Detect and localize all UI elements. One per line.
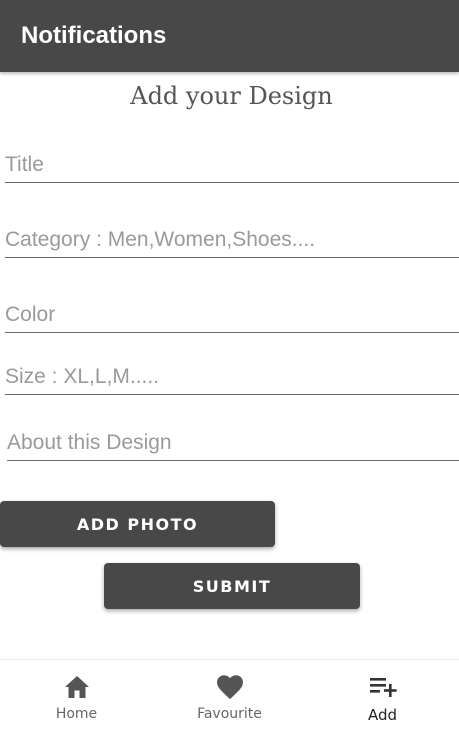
nav-item-label: Home: [55, 706, 98, 722]
title-input[interactable]: [5, 151, 459, 183]
category-input[interactable]: [5, 226, 459, 258]
app-bar-title: Notifications: [21, 22, 167, 49]
add-photo-button[interactable]: ADD PHOTO: [0, 501, 275, 547]
size-input[interactable]: [5, 363, 459, 395]
heart-icon: [216, 674, 244, 700]
home-icon: [63, 674, 91, 700]
nav-item-home[interactable]: Home: [0, 660, 153, 731]
nav-item-favourite[interactable]: Favourite: [153, 660, 306, 731]
bottom-navigation: Home Favourite Add: [0, 659, 459, 731]
submit-button[interactable]: SUBMIT: [104, 563, 360, 609]
app-bar: Notifications: [0, 0, 459, 72]
nav-item-label: Add: [367, 706, 398, 724]
about-design-input[interactable]: [7, 429, 459, 461]
nav-item-label: Favourite: [197, 706, 262, 722]
playlist-add-icon: [369, 674, 397, 700]
nav-item-add[interactable]: Add: [306, 660, 459, 731]
color-input[interactable]: [5, 301, 459, 333]
form-heading: Add your Design: [130, 82, 333, 110]
